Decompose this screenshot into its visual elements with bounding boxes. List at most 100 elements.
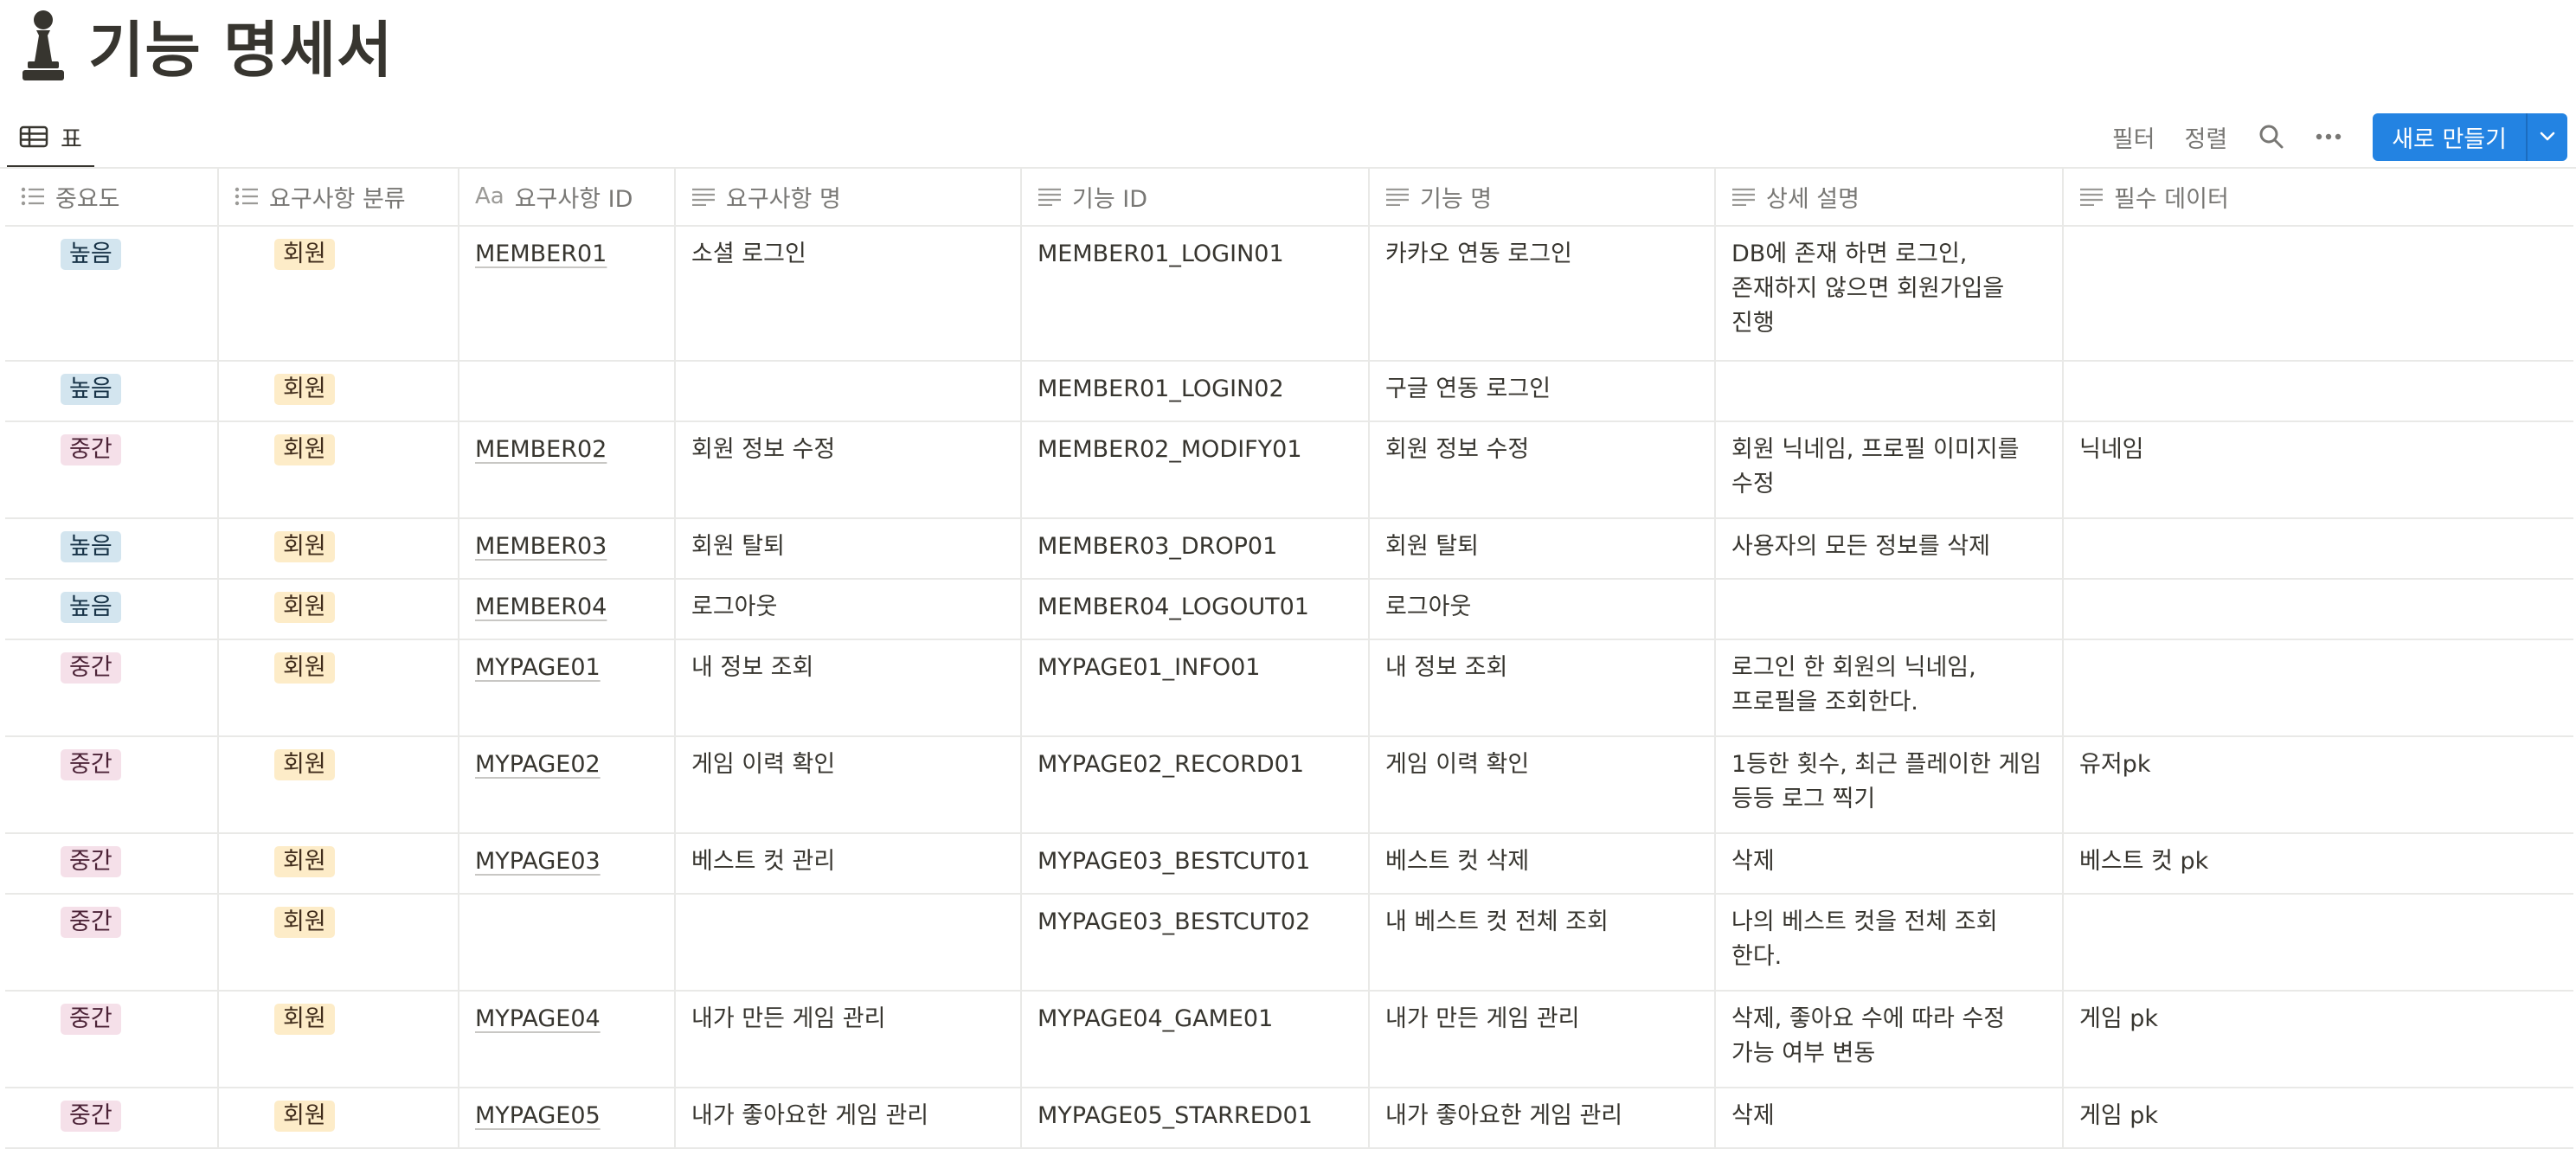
requirement-name-cell[interactable]: 소셜 로그인 [675,226,1022,362]
requirement-id-cell[interactable]: MYPAGE01 [459,639,676,737]
requirement-id-link[interactable]: MYPAGE01 [475,654,601,681]
priority-cell[interactable]: 중간 [5,833,219,895]
priority-cell[interactable]: 높음 [5,361,219,422]
category-cell[interactable]: 회원 [218,991,459,1088]
description-cell[interactable]: 사용자의 모든 정보를 삭제 [1715,518,2064,580]
function-name-cell[interactable]: 베스트 컷 삭제 [1369,833,1716,895]
function-name-cell[interactable]: 회원 탈퇴 [1369,518,1716,580]
required-data-cell[interactable] [2063,894,2573,992]
function-id-cell[interactable]: MYPAGE03_BESTCUT02 [1021,894,1370,992]
requirement-id-link[interactable]: MYPAGE02 [475,751,601,778]
requirement-id-cell[interactable]: MEMBER03 [459,518,676,580]
table-row[interactable]: 중간 회원 MYPAGE04 내가 만든 게임 관리 MYPAGE04_GAME01 내가… [5,991,2573,1088]
function-id-cell[interactable]: MYPAGE05_STARRED01 [1021,1088,1370,1149]
table-row[interactable]: 높음 회원 MEMBER01 소셜 로그인 MEMBER01_LOGIN01 카카오 연동… [5,226,2573,362]
requirement-name-cell[interactable]: 게임 이력 확인 [675,736,1022,834]
column-header[interactable]: Aa 요구사항 ID [459,168,676,227]
table-row[interactable]: 중간 회원 MYPAGE03_BESTCUT02 내 베스트 컷 전체 조회 나의 베스… [5,894,2573,992]
category-cell[interactable]: 회원 [218,639,459,737]
tab-table-view[interactable]: 표 [7,108,94,169]
category-cell[interactable]: 회원 [218,518,459,580]
requirement-name-cell[interactable]: 로그아웃 [675,579,1022,640]
requirement-name-cell[interactable]: 내가 만든 게임 관리 [675,991,1022,1088]
requirement-name-cell[interactable] [675,361,1022,422]
requirement-id-link[interactable]: MYPAGE05 [475,1102,601,1129]
description-cell[interactable] [1715,361,2064,422]
requirement-id-cell[interactable]: MEMBER01 [459,226,676,362]
column-header[interactable]: 필수 데이터 [2063,168,2573,227]
priority-cell[interactable]: 중간 [5,991,219,1088]
requirement-id-link[interactable]: MEMBER03 [475,533,607,560]
category-cell[interactable]: 회원 [218,226,459,362]
priority-cell[interactable]: 중간 [5,421,219,519]
priority-cell[interactable]: 중간 [5,639,219,737]
table-row[interactable]: 중간 회원 MYPAGE01 내 정보 조회 MYPAGE01_INFO01 내 정보 조… [5,639,2573,737]
table-row[interactable]: 중간 회원 MEMBER02 회원 정보 수정 MEMBER02_MODIFY01 회원 … [5,421,2573,519]
required-data-cell[interactable] [2063,639,2573,737]
requirement-id-link[interactable]: MYPAGE04 [475,1005,601,1032]
category-cell[interactable]: 회원 [218,361,459,422]
function-id-cell[interactable]: MEMBER02_MODIFY01 [1021,421,1370,519]
requirement-name-cell[interactable]: 내 정보 조회 [675,639,1022,737]
requirement-id-link[interactable]: MYPAGE03 [475,848,601,875]
priority-cell[interactable]: 높음 [5,518,219,580]
category-cell[interactable]: 회원 [218,736,459,834]
new-dropdown-button[interactable] [2526,112,2567,161]
description-cell[interactable]: 회원 닉네임, 프로필 이미지를 수정 [1715,421,2064,519]
required-data-cell[interactable] [2063,226,2573,362]
new-button[interactable]: 새로 만들기 [2373,113,2526,161]
column-header[interactable]: 기능 명 [1369,168,1716,227]
priority-cell[interactable]: 중간 [5,1088,219,1149]
function-id-cell[interactable]: MYPAGE04_GAME01 [1021,991,1370,1088]
priority-cell[interactable]: 높음 [5,579,219,640]
requirement-id-link[interactable]: MEMBER01 [475,241,607,267]
description-cell[interactable]: 1등한 횟수, 최근 플레이한 게임 등등 로그 찍기 [1715,736,2064,834]
function-id-cell[interactable]: MYPAGE01_INFO01 [1021,639,1370,737]
category-cell[interactable]: 회원 [218,579,459,640]
description-cell[interactable]: 삭제, 좋아요 수에 따라 수정 가능 여부 변동 [1715,991,2064,1088]
required-data-cell[interactable]: 베스트 컷 pk [2063,833,2573,895]
required-data-cell[interactable]: 유저pk [2063,736,2573,834]
function-name-cell[interactable]: 로그아웃 [1369,579,1716,640]
function-id-cell[interactable]: MEMBER01_LOGIN02 [1021,361,1370,422]
function-name-cell[interactable]: 내 정보 조회 [1369,639,1716,737]
function-name-cell[interactable]: 구글 연동 로그인 [1369,361,1716,422]
function-id-cell[interactable]: MYPAGE02_RECORD01 [1021,736,1370,834]
function-id-cell[interactable]: MYPAGE03_BESTCUT01 [1021,833,1370,895]
requirement-id-cell[interactable]: MYPAGE03 [459,833,676,895]
description-cell[interactable] [1715,579,2064,640]
priority-cell[interactable]: 중간 [5,894,219,992]
function-name-cell[interactable]: 게임 이력 확인 [1369,736,1716,834]
requirement-id-cell[interactable] [459,361,676,422]
required-data-cell[interactable] [2063,361,2573,422]
requirement-name-cell[interactable]: 베스트 컷 관리 [675,833,1022,895]
category-cell[interactable]: 회원 [218,833,459,895]
required-data-cell[interactable] [2063,579,2573,640]
function-id-cell[interactable]: MEMBER03_DROP01 [1021,518,1370,580]
category-cell[interactable]: 회원 [218,421,459,519]
requirement-id-cell[interactable]: MEMBER02 [459,421,676,519]
requirement-name-cell[interactable]: 회원 정보 수정 [675,421,1022,519]
table-row[interactable]: 중간 회원 MYPAGE05 내가 좋아요한 게임 관리 MYPAGE05_STARRE… [5,1088,2573,1149]
table-row[interactable]: 중간 회원 MYPAGE03 베스트 컷 관리 MYPAGE03_BESTCUT01 베스… [5,833,2573,895]
page-title[interactable]: 기능 명세서 [88,2,393,89]
sort-button[interactable]: 정렬 [2185,120,2228,154]
category-cell[interactable]: 회원 [218,1088,459,1149]
required-data-cell[interactable]: 게임 pk [2063,991,2573,1088]
required-data-cell[interactable] [2063,518,2573,580]
table-row[interactable]: 높음 회원 MEMBER01_LOGIN02 구글 연동 로그인 [5,361,2573,422]
requirement-id-cell[interactable]: MYPAGE05 [459,1088,676,1149]
description-cell[interactable]: 삭제 [1715,1088,2064,1149]
required-data-cell[interactable]: 닉네임 [2063,421,2573,519]
table-row[interactable]: 중간 회원 MYPAGE02 게임 이력 확인 MYPAGE02_RECORD01 게임 … [5,736,2573,834]
more-button[interactable] [2316,132,2342,141]
requirement-id-link[interactable]: MEMBER02 [475,436,607,463]
priority-cell[interactable]: 중간 [5,736,219,834]
requirement-id-cell[interactable]: MYPAGE02 [459,736,676,834]
filter-button[interactable]: 필터 [2112,120,2155,154]
priority-cell[interactable]: 높음 [5,226,219,362]
requirement-id-cell[interactable] [459,894,676,992]
column-header[interactable]: 요구사항 명 [675,168,1022,227]
function-name-cell[interactable]: 내가 좋아요한 게임 관리 [1369,1088,1716,1149]
column-header[interactable]: 중요도 [5,168,219,227]
